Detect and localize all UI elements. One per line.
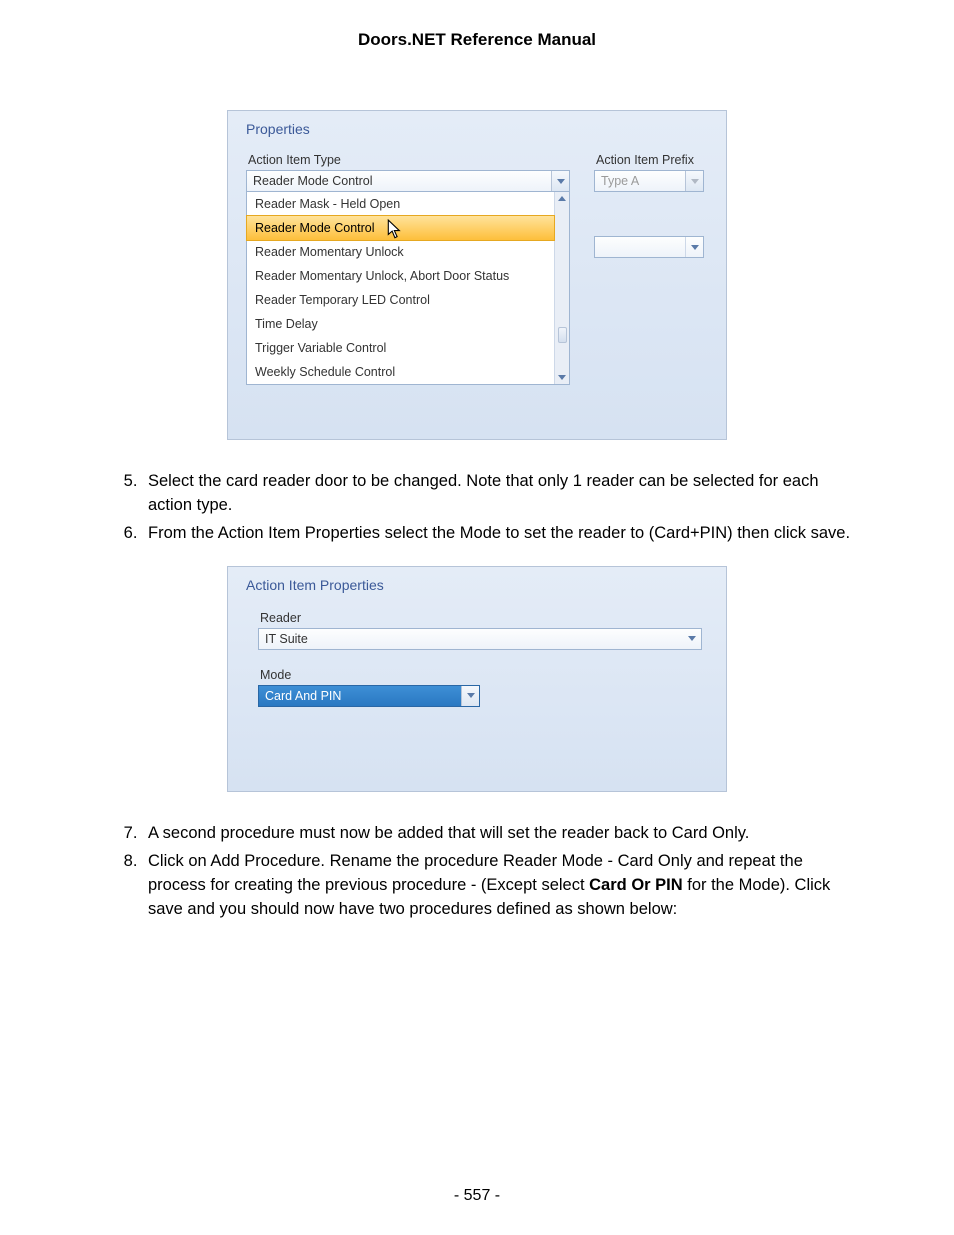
instruction-step: Click on Add Procedure. Rename the proce… xyxy=(142,850,854,922)
scrollbar-thumb[interactable] xyxy=(558,327,567,343)
listbox-item[interactable]: Weekly Schedule Control xyxy=(247,360,554,384)
action-item-properties-panel: Action Item Properties Reader IT Suite M… xyxy=(227,566,727,792)
chevron-down-icon[interactable] xyxy=(685,171,703,191)
page-number: - 557 - xyxy=(0,1187,954,1205)
action-item-properties-title: Action Item Properties xyxy=(246,577,708,593)
instruction-list-b: A second procedure must now be added tha… xyxy=(100,822,854,922)
listbox-item[interactable]: Reader Temporary LED Control xyxy=(247,288,554,312)
reader-combo[interactable]: IT Suite xyxy=(258,628,702,650)
listbox-item[interactable]: Reader Momentary Unlock, Abort Door Stat… xyxy=(247,264,554,288)
chevron-down-icon[interactable] xyxy=(685,237,703,257)
listbox-item[interactable]: Trigger Variable Control xyxy=(247,336,554,360)
action-item-prefix-label: Action Item Prefix xyxy=(596,153,706,167)
mode-combo[interactable]: Card And PIN xyxy=(258,685,480,707)
instruction-list-a: Select the card reader door to be change… xyxy=(100,470,854,546)
action-item-prefix-combo[interactable]: Type A xyxy=(594,170,704,192)
instruction-step: Select the card reader door to be change… xyxy=(142,470,854,518)
mode-label: Mode xyxy=(260,668,700,682)
listbox-item[interactable]: Reader Momentary Unlock xyxy=(247,240,554,264)
listbox-scrollbar[interactable] xyxy=(554,192,569,384)
chevron-down-icon[interactable] xyxy=(461,686,479,706)
chevron-down-icon[interactable] xyxy=(551,171,569,191)
secondary-combo[interactable] xyxy=(594,236,704,258)
listbox-item[interactable]: Reader Mode Control xyxy=(246,215,555,241)
scroll-up-icon[interactable] xyxy=(558,196,566,201)
instruction-step: From the Action Item Properties select t… xyxy=(142,522,854,546)
action-item-type-value: Reader Mode Control xyxy=(253,174,551,188)
instruction-step: A second procedure must now be added tha… xyxy=(142,822,854,846)
chevron-down-icon[interactable] xyxy=(683,629,701,649)
mode-value: Card And PIN xyxy=(265,689,461,703)
listbox-item[interactable]: Time Delay xyxy=(247,312,554,336)
reader-label: Reader xyxy=(260,611,700,625)
reader-value: IT Suite xyxy=(265,632,683,646)
action-item-prefix-value: Type A xyxy=(601,174,685,188)
scroll-down-icon[interactable] xyxy=(558,375,566,380)
listbox-item[interactable]: Reader Mask - Held Open xyxy=(247,192,554,216)
document-title: Doors.NET Reference Manual xyxy=(100,30,854,50)
action-item-type-combo[interactable]: Reader Mode Control xyxy=(246,170,570,192)
action-item-type-listbox[interactable]: Reader Mask - Held OpenReader Mode Contr… xyxy=(246,191,570,385)
action-item-type-label: Action Item Type xyxy=(248,153,568,167)
properties-panel-title: Properties xyxy=(246,121,708,137)
properties-panel: Properties Action Item Type Reader Mode … xyxy=(227,110,727,440)
